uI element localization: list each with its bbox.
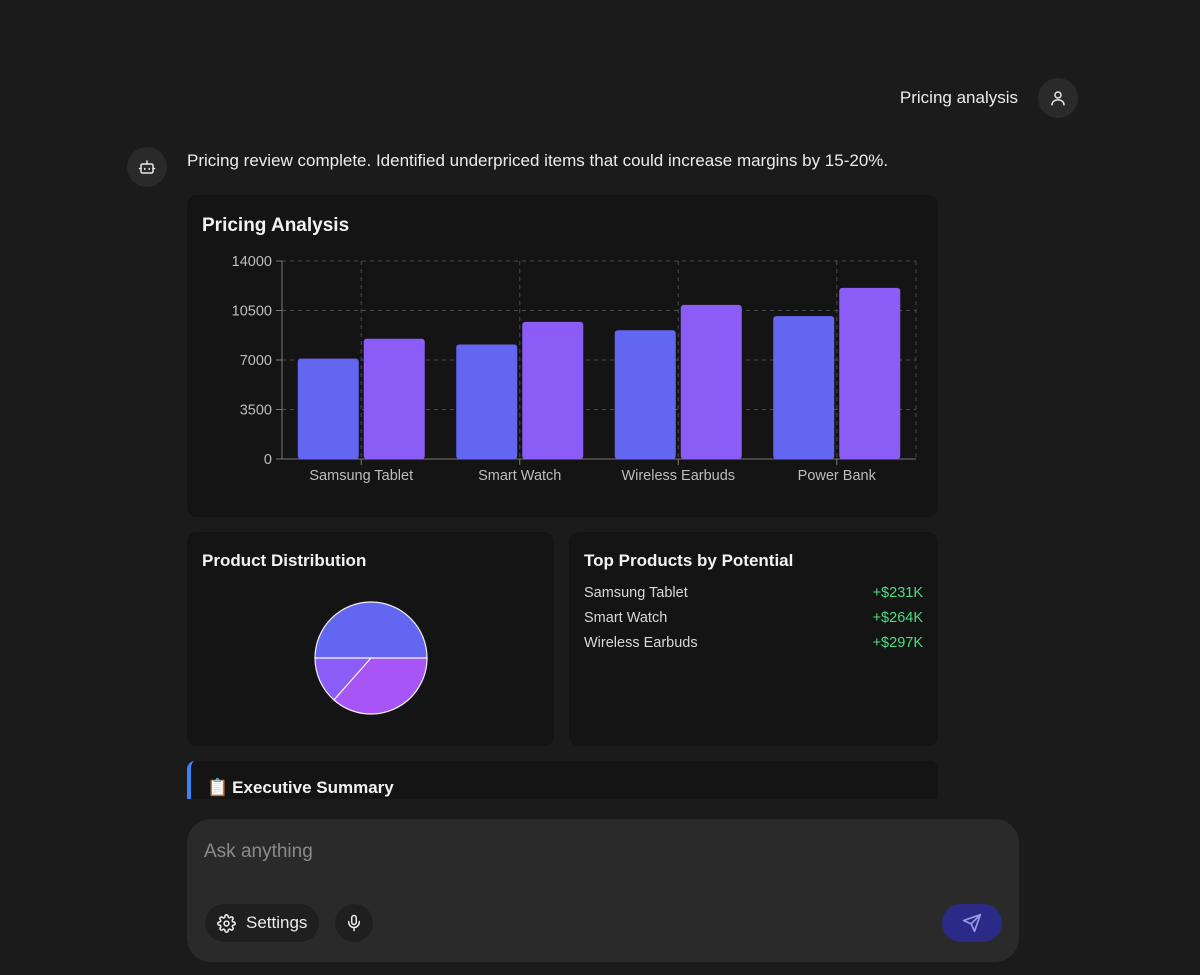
top-product-value: +$264K	[872, 610, 923, 626]
y-tick-label: 3500	[240, 403, 272, 419]
robot-icon	[138, 160, 156, 174]
chat-page: Pricing analysis Pricing review complete…	[0, 0, 1200, 975]
executive-summary-title: Executive Summary	[232, 778, 394, 797]
top-product-item: Smart Watch +$264K	[584, 610, 923, 635]
bar	[522, 321, 584, 459]
send-icon	[962, 913, 982, 933]
microphone-button[interactable]	[335, 904, 373, 942]
bar	[363, 338, 425, 459]
user-message-text: Pricing analysis	[899, 88, 1018, 107]
product-distribution-title: Product Distribution	[202, 551, 367, 570]
x-tick-label: Power Bank	[798, 468, 877, 484]
y-tick-label: 10500	[232, 304, 272, 320]
pricing-bar-chart: 0 3500 7000 10500 14000 Samsung Tablet Smart W…	[232, 254, 917, 484]
user-message: Pricing analysis	[900, 78, 1078, 118]
top-product-value: +$231K	[872, 585, 923, 601]
bar	[680, 304, 742, 459]
clipboard-icon: 📋	[207, 778, 229, 797]
assistant-message-text: Pricing review complete. Identified unde…	[187, 151, 889, 170]
y-tick-label: 14000	[232, 254, 272, 270]
gear-icon	[217, 913, 236, 933]
product-distribution-pie	[314, 601, 428, 715]
y-tick-label: 0	[264, 452, 272, 468]
top-products-card: Top Products by Potential Samsung Tablet…	[569, 532, 938, 746]
bar	[839, 287, 901, 459]
settings-button-label: Settings	[246, 913, 308, 932]
send-button[interactable]	[942, 904, 1002, 942]
top-product-name: Smart Watch	[584, 610, 668, 626]
bar	[614, 330, 676, 459]
top-product-name: Samsung Tablet	[584, 585, 688, 601]
top-product-value: +$297K	[872, 635, 923, 651]
bar	[456, 344, 518, 459]
settings-button[interactable]: Settings	[205, 904, 320, 942]
assistant-avatar	[127, 147, 167, 187]
top-product-item: Wireless Earbuds +$297K	[584, 635, 923, 660]
user-icon	[1051, 91, 1065, 106]
top-products-title: Top Products by Potential	[584, 551, 794, 570]
pie-slice	[314, 601, 428, 659]
executive-summary-card: 📋 Executive Summary	[187, 761, 938, 799]
bar	[297, 358, 359, 459]
pricing-analysis-card: Pricing Analysis 0 3500 7000 10500 14000 Sams…	[187, 195, 938, 517]
top-products-list: Samsung Tablet +$231K Smart Watch +$264K…	[584, 585, 923, 660]
chat-composer: Settings	[187, 819, 1019, 962]
x-tick-label: Samsung Tablet	[309, 468, 413, 484]
executive-summary-heading: 📋 Executive Summary	[207, 778, 394, 798]
top-product-item: Samsung Tablet +$231K	[584, 585, 923, 610]
y-tick-label: 7000	[240, 353, 272, 369]
product-distribution-card: Product Distribution	[187, 532, 554, 746]
top-product-name: Wireless Earbuds	[584, 635, 698, 651]
bar	[773, 316, 835, 459]
microphone-icon	[348, 914, 360, 932]
chat-input[interactable]	[204, 837, 904, 867]
x-tick-label: Smart Watch	[478, 468, 561, 484]
x-tick-label: Wireless Earbuds	[621, 468, 735, 484]
user-avatar[interactable]	[1038, 78, 1078, 118]
